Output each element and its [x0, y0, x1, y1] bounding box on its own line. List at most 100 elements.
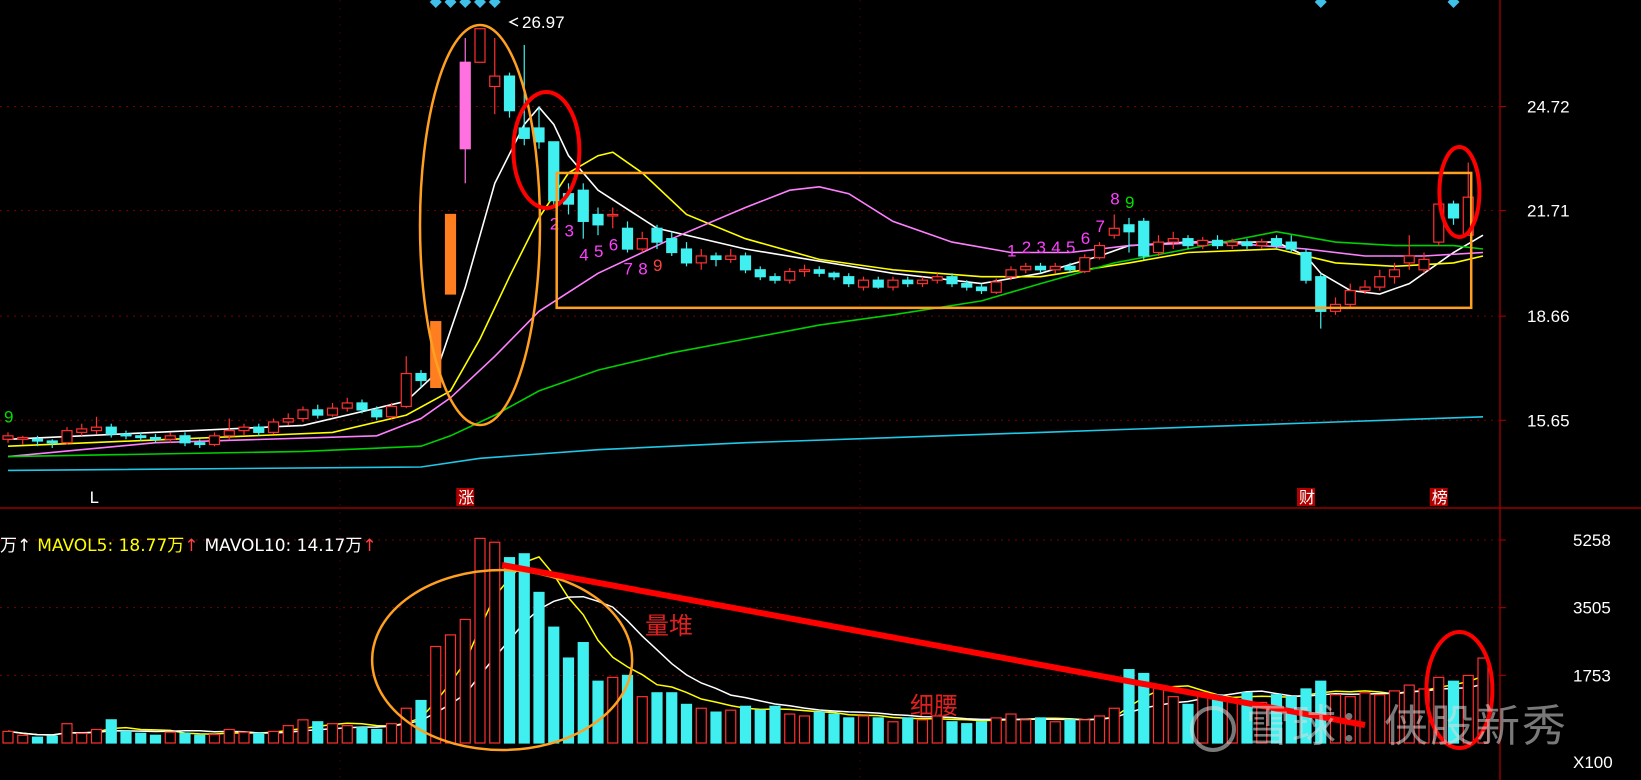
candle [90, 416, 103, 435]
volume-tick-label: 1753 [1573, 666, 1611, 685]
candle-body [208, 435, 221, 446]
volume-bar [61, 723, 73, 744]
candle-body [577, 189, 589, 222]
volume-bar [238, 731, 250, 744]
volume-bar [400, 707, 412, 744]
volume-bar [843, 717, 855, 744]
candle [695, 249, 707, 270]
candle [975, 283, 988, 295]
legend-item: 万↑ [0, 536, 32, 556]
diamond-marker [429, 0, 442, 8]
volume-bar [179, 732, 191, 744]
volume-bar [784, 713, 796, 744]
candle [798, 264, 811, 277]
volume-bar [444, 634, 457, 744]
sequence-label: 4 [1051, 238, 1060, 257]
candle-body [297, 409, 309, 420]
volume-bar [798, 715, 811, 744]
event-marker-label: 涨 [458, 488, 474, 507]
volume-bar [828, 713, 840, 744]
candle [902, 276, 914, 288]
candle [459, 38, 471, 184]
candle [2, 432, 14, 443]
candle-body [149, 436, 162, 440]
candle-body [459, 61, 471, 150]
snowball-logo-icon [1190, 706, 1236, 752]
volume-bar [975, 721, 988, 744]
volume-bar [356, 726, 368, 744]
volume-bar [297, 719, 309, 744]
watermark: 雪球：侠股新秀 [1190, 690, 1568, 754]
volume-bar [754, 709, 766, 744]
candle [577, 183, 589, 239]
candle-body [1315, 276, 1327, 312]
ma-line [7, 185, 1484, 458]
candle [916, 276, 929, 288]
candle-body [1020, 265, 1032, 271]
volume-bar [17, 734, 29, 744]
watermark-text: 雪球：侠股新秀 [1246, 701, 1568, 752]
candle [887, 276, 899, 291]
candle-body [1197, 239, 1209, 247]
volume-bar [1152, 684, 1165, 744]
candle [1152, 235, 1165, 256]
candle [444, 213, 457, 295]
price-tick-label: 18.66 [1527, 307, 1570, 326]
volume-bar [208, 733, 221, 744]
candle [754, 266, 766, 281]
candle-body [961, 283, 973, 288]
candle [1079, 254, 1091, 274]
candle-body [31, 438, 44, 442]
candle-body [666, 238, 678, 254]
candle-body [1182, 238, 1194, 247]
candle [164, 432, 176, 443]
candle-body [489, 75, 501, 88]
candle [282, 413, 294, 426]
candle [489, 38, 501, 115]
candle [725, 249, 737, 263]
sequence-label: 9 [653, 256, 662, 275]
candle-body [695, 255, 707, 264]
candlestick-series [2, 28, 1474, 448]
candle [1020, 262, 1032, 274]
chart-grid [0, 0, 1641, 780]
candle-body [931, 276, 943, 281]
candle-body [2, 435, 14, 440]
candle-body [1093, 244, 1106, 259]
candle [1256, 238, 1268, 250]
sequence-label: 8 [1110, 189, 1119, 208]
candle [326, 402, 339, 417]
volume-bar [548, 626, 560, 744]
volume-bar [149, 734, 162, 744]
volume-bar [769, 705, 781, 744]
candle-body [887, 279, 899, 288]
candle-body [135, 435, 147, 439]
sequence-label: 4 [579, 246, 588, 265]
candle [592, 207, 604, 236]
candle-body [1388, 269, 1401, 278]
candle-body [1108, 227, 1120, 236]
legend-arrow-icon: ↑ [362, 536, 377, 556]
candle-body [1241, 241, 1253, 247]
candle [297, 406, 309, 422]
candle-body [164, 435, 176, 440]
volume-bar [341, 725, 353, 744]
candle [784, 268, 796, 284]
volume-bar [710, 711, 722, 744]
candle [621, 221, 634, 253]
candle-body [621, 227, 634, 250]
candle-body [341, 402, 353, 409]
candle-body [253, 426, 265, 433]
event-marker-label: 榜 [1432, 488, 1448, 507]
candle-body [194, 442, 206, 446]
sequence-label: 8 [638, 260, 647, 279]
volume-bar [282, 725, 294, 744]
volume-bar [813, 711, 825, 744]
candle [341, 397, 353, 412]
volume-bar [46, 735, 58, 744]
volume-bar [1034, 717, 1047, 744]
candle-body [267, 421, 280, 433]
candle-body [1285, 241, 1297, 250]
volume-bar [105, 719, 117, 744]
candle-body [916, 279, 929, 285]
